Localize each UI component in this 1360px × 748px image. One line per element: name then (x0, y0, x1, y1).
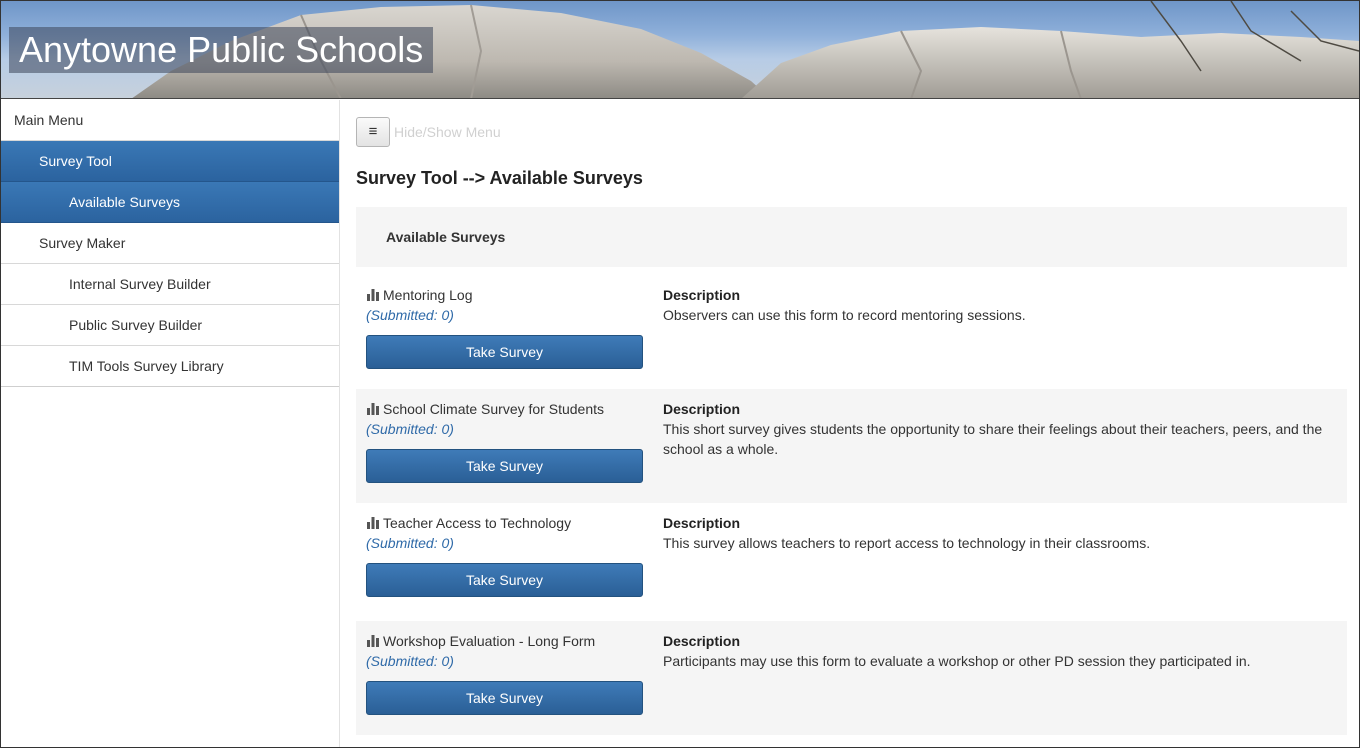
hide-show-menu-button[interactable]: ≡ (356, 117, 390, 147)
take-survey-button[interactable]: Take Survey (366, 449, 643, 483)
survey-description: Participants may use this form to evalua… (663, 653, 1251, 669)
sidebar-nav: Main Menu Survey Tool Available Surveys … (1, 100, 340, 747)
survey-name: Teacher Access to Technology (366, 515, 571, 531)
hamburger-icon: ≡ (368, 123, 378, 140)
submitted-count: (Submitted: 0) (366, 653, 454, 669)
sidebar-item-internal-survey-builder[interactable]: Internal Survey Builder (1, 264, 339, 305)
submitted-count: (Submitted: 0) (366, 535, 454, 551)
sidebar-item-survey-tool[interactable]: Survey Tool (1, 141, 339, 182)
bar-chart-icon (367, 403, 379, 415)
survey-row: Mentoring Log (Submitted: 0) Take Survey… (356, 275, 1347, 384)
app-frame: Anytowne Public Schools Main Menu Survey… (0, 0, 1360, 748)
sidebar-item-available-surveys[interactable]: Available Surveys (1, 182, 339, 223)
survey-description: This survey allows teachers to report ac… (663, 535, 1151, 551)
panel-title: Available Surveys (386, 229, 506, 245)
description-label: Description (663, 515, 741, 531)
main-content: ≡ Hide/Show Menu Survey Tool --> Availab… (341, 100, 1359, 747)
take-survey-button[interactable]: Take Survey (366, 563, 643, 597)
sidebar-item-tim-tools-survey-library[interactable]: TIM Tools Survey Library (1, 346, 339, 387)
survey-row: Teacher Access to Technology (Submitted:… (356, 503, 1347, 621)
survey-row: School Climate Survey for Students (Subm… (356, 389, 1347, 503)
bar-chart-icon (367, 517, 379, 529)
take-survey-button[interactable]: Take Survey (366, 335, 643, 369)
sidebar-item-public-survey-builder[interactable]: Public Survey Builder (1, 305, 339, 346)
survey-name: Workshop Evaluation - Long Form (366, 633, 595, 649)
hide-show-menu-label[interactable]: Hide/Show Menu (394, 124, 501, 140)
bar-chart-icon (367, 289, 379, 301)
take-survey-button[interactable]: Take Survey (366, 681, 643, 715)
sidebar-item-main-menu[interactable]: Main Menu (1, 100, 339, 141)
survey-row: Workshop Evaluation - Long Form (Submitt… (356, 621, 1347, 735)
description-label: Description (663, 401, 741, 417)
header-banner: Anytowne Public Schools (1, 1, 1359, 99)
submitted-count: (Submitted: 0) (366, 421, 454, 437)
survey-name: School Climate Survey for Students (366, 401, 604, 417)
description-label: Description (663, 633, 741, 649)
survey-description: Observers can use this form to record me… (663, 307, 1026, 323)
survey-name: Mentoring Log (366, 287, 473, 303)
description-label: Description (663, 287, 741, 303)
site-title: Anytowne Public Schools (9, 27, 434, 73)
available-surveys-panel-header: Available Surveys (356, 207, 1347, 267)
submitted-count: (Submitted: 0) (366, 307, 454, 323)
survey-description: This short survey gives students the opp… (663, 421, 1323, 457)
bar-chart-icon (367, 635, 379, 647)
page-title: Survey Tool --> Available Surveys (356, 168, 643, 188)
sidebar-item-survey-maker[interactable]: Survey Maker (1, 223, 339, 264)
